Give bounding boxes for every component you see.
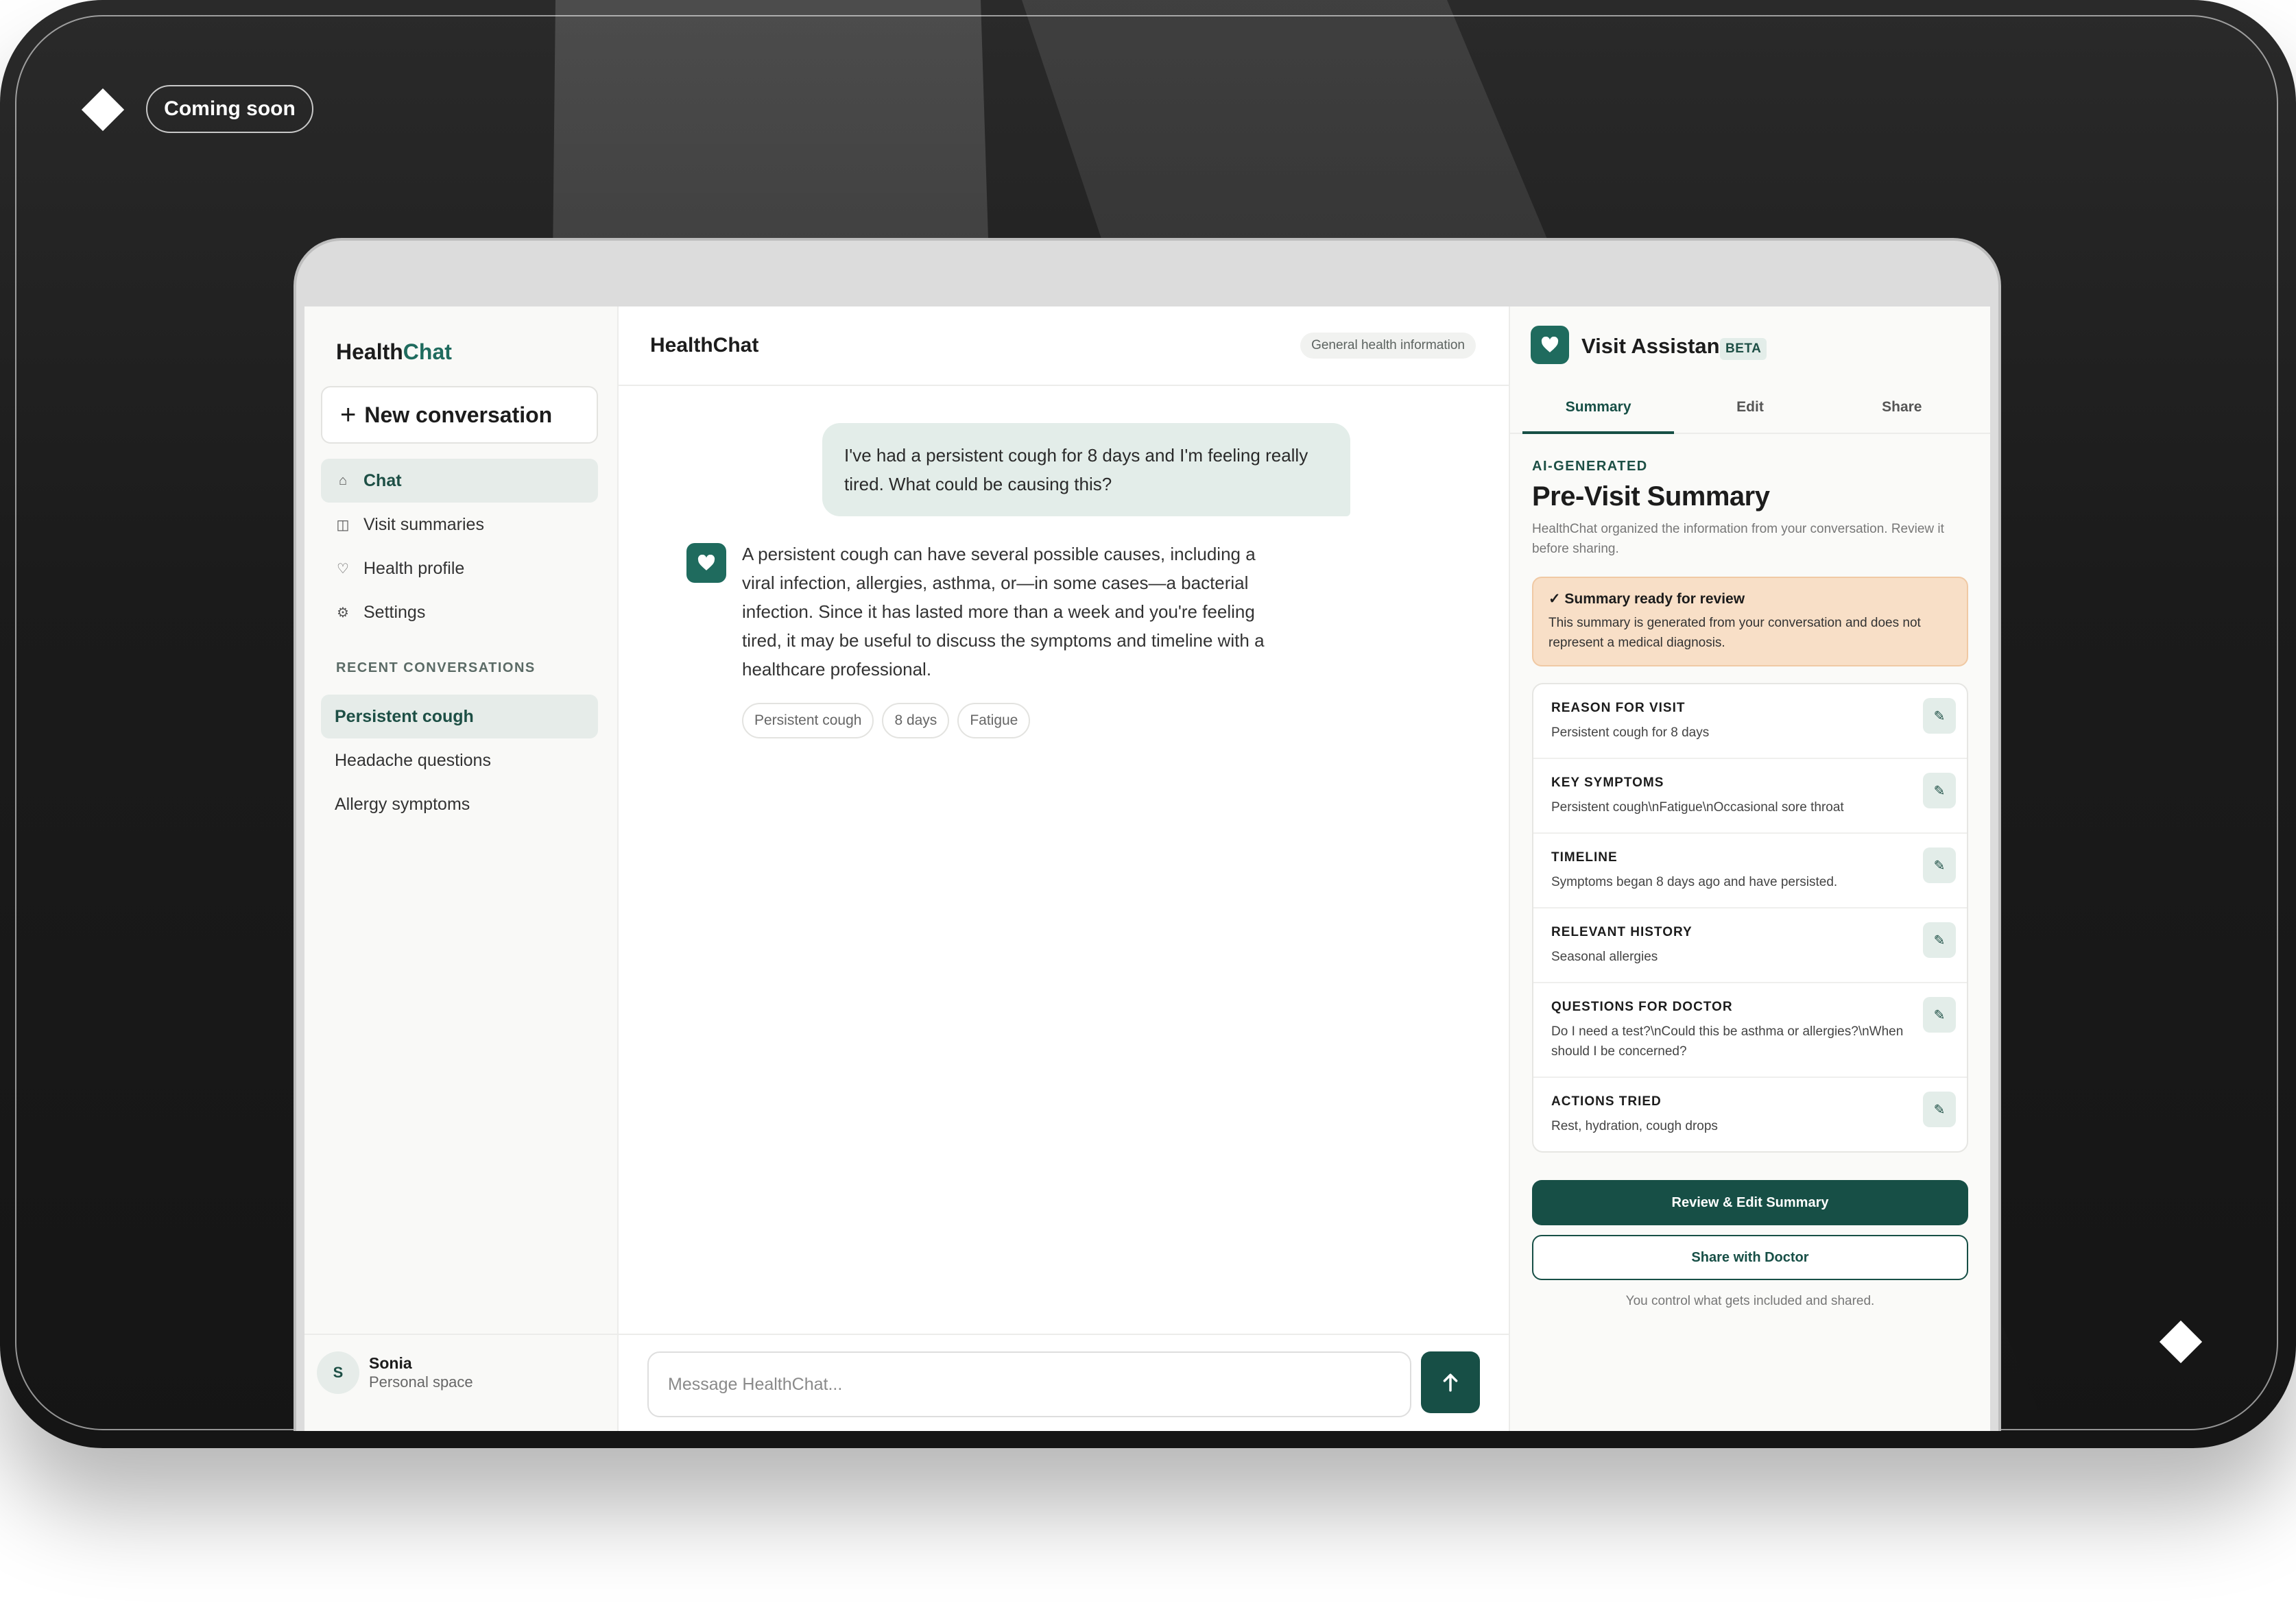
sidebar-item-visit-summaries[interactable]: ◫ Visit summaries <box>321 503 598 546</box>
home-icon: ⌂ <box>338 472 348 488</box>
user-message: I've had a persistent cough for 8 days a… <box>822 423 1350 516</box>
plus-icon: + <box>340 400 357 430</box>
panel-tabs: Summary Edit Share <box>1510 382 1990 434</box>
beta-badge: BETA <box>1720 338 1767 360</box>
composer <box>619 1334 1509 1431</box>
coming-soon-badge: Coming soon <box>146 85 313 133</box>
assistant-message: A persistent cough can have several poss… <box>742 544 1265 679</box>
sidebar-item-settings[interactable]: ⚙ Settings <box>321 590 598 634</box>
sidebar-item-label: Settings <box>363 602 426 622</box>
new-conversation-button[interactable]: + New conversation <box>321 386 598 444</box>
chat-title: HealthChat <box>650 334 759 357</box>
app-logo[interactable]: HealthChat <box>336 339 452 365</box>
tag-chip[interactable]: Persistent cough <box>742 703 874 738</box>
section-value: Persistent cough for 8 days <box>1551 725 1710 740</box>
arrow-up-icon <box>1443 1373 1458 1392</box>
section-title: KEY SYMPTOMS <box>1551 775 1664 790</box>
avatar: S <box>317 1351 359 1394</box>
chat-header: HealthChat General health information <box>619 306 1509 386</box>
share-with-doctor-button[interactable]: Share with Doctor <box>1532 1235 1968 1280</box>
section-key-symptoms: KEY SYMPTOMS Persistent cough\nFatigue\n… <box>1533 759 1967 834</box>
heart-icon <box>697 555 715 570</box>
section-actions-tried: ACTIONS TRIED Rest, hydration, cough dro… <box>1533 1078 1967 1151</box>
section-reason-for-visit: REASON FOR VISIT Persistent cough for 8 … <box>1533 684 1967 759</box>
section-title: RELEVANT HISTORY <box>1551 925 1693 939</box>
review-notice: ✓ Summary ready for review This summary … <box>1532 577 1968 666</box>
info-badge: General health information <box>1300 333 1476 359</box>
recent-item-allergy-symptoms[interactable]: Allergy symptoms <box>321 782 598 826</box>
diamond-logo-icon <box>81 88 125 132</box>
tag-chip[interactable]: Fatigue <box>957 703 1031 738</box>
sidebar: HealthChat + New conversation ⌂ Chat ◫ V… <box>304 306 619 1431</box>
panel-logo <box>1531 326 1569 364</box>
panel-header: Visit Assistant BETA <box>1510 306 1990 382</box>
recent-item-headache-questions[interactable]: Headache questions <box>321 738 598 782</box>
notice-title: ✓ Summary ready for review <box>1548 591 1745 607</box>
chat-area: HealthChat General health information I'… <box>619 306 1509 1431</box>
sidebar-item-chat[interactable]: ⌂ Chat <box>321 459 598 503</box>
section-value: Symptoms began 8 days ago and have persi… <box>1551 875 1838 889</box>
section-relevant-history: RELEVANT HISTORY Seasonal allergies ✎ <box>1533 909 1967 983</box>
privacy-footnote: You control what gets included and share… <box>1625 1294 1875 1308</box>
pencil-icon[interactable]: ✎ <box>1923 1092 1956 1127</box>
diamond-logo-icon <box>2159 1320 2203 1364</box>
section-value: Do I need a test?\nCould this be asthma … <box>1551 1024 1904 1059</box>
section-value: Seasonal allergies <box>1551 950 1658 964</box>
section-title: TIMELINE <box>1551 850 1618 865</box>
laptop-frame: HealthChat + New conversation ⌂ Chat ◫ V… <box>294 238 2001 1431</box>
sidebar-item-health-profile[interactable]: ♡ Health profile <box>321 546 598 590</box>
user-name: Sonia <box>369 1354 412 1372</box>
pencil-icon[interactable]: ✎ <box>1923 922 1956 958</box>
section-title: REASON FOR VISIT <box>1551 701 1686 715</box>
section-value: Persistent cough\nFatigue\nOccasional so… <box>1551 800 1844 815</box>
ai-generated-label: AI-GENERATED <box>1532 459 1648 474</box>
tab-edit[interactable]: Edit <box>1674 382 1826 433</box>
tag-chip[interactable]: 8 days <box>882 703 950 738</box>
pencil-icon[interactable]: ✎ <box>1923 698 1956 734</box>
recent-item-persistent-cough[interactable]: Persistent cough <box>321 695 598 738</box>
heart-icon <box>1541 337 1559 352</box>
heart-icon: ♡ <box>337 561 349 577</box>
send-button[interactable] <box>1421 1351 1480 1413</box>
app-window: HealthChat + New conversation ⌂ Chat ◫ V… <box>304 306 1990 1431</box>
section-title: ACTIONS TRIED <box>1551 1094 1662 1109</box>
symptom-tags: Persistent cough 8 days Fatigue <box>742 703 1031 738</box>
logo-accent-text: Chat <box>403 339 452 364</box>
section-title: QUESTIONS FOR DOCTOR <box>1551 1000 1733 1014</box>
assistant-avatar <box>686 543 726 583</box>
user-subtitle: Personal space <box>369 1373 473 1391</box>
section-questions-for-doctor: QUESTIONS FOR DOCTOR Do I need a test?\n… <box>1533 983 1967 1078</box>
pencil-icon[interactable]: ✎ <box>1923 997 1956 1033</box>
sidebar-item-label: Chat <box>363 470 402 490</box>
summary-sections: REASON FOR VISIT Persistent cough for 8 … <box>1532 683 1968 1153</box>
sidebar-item-label: Health profile <box>363 558 465 578</box>
sidebar-item-label: Visit summaries <box>363 514 484 534</box>
tab-summary[interactable]: Summary <box>1522 382 1675 434</box>
tab-share[interactable]: Share <box>1826 382 1978 433</box>
notice-text: This summary is generated from your conv… <box>1548 616 1921 650</box>
summary-heading: Pre-Visit Summary <box>1532 481 1770 512</box>
review-edit-summary-button[interactable]: Review & Edit Summary <box>1532 1180 1968 1225</box>
visit-assistant-panel: Visit Assistant BETA Summary Edit Share … <box>1509 306 1990 1431</box>
panel-title: Visit Assistant <box>1581 334 1727 358</box>
summary-content: AI-GENERATED Pre-Visit Summary HealthCha… <box>1532 433 1968 1309</box>
new-conversation-label: New conversation <box>364 402 553 427</box>
pencil-icon[interactable]: ✎ <box>1923 847 1956 883</box>
pencil-icon[interactable]: ✎ <box>1923 773 1956 808</box>
section-value: Rest, hydration, cough drops <box>1551 1119 1718 1133</box>
gear-icon: ⚙ <box>337 605 349 621</box>
recent-conversations-heading: RECENT CONVERSATIONS <box>336 660 536 675</box>
section-timeline: TIMELINE Symptoms began 8 days ago and h… <box>1533 834 1967 909</box>
logo-text: Health <box>336 339 403 364</box>
user-profile[interactable]: S Sonia Personal space <box>304 1334 617 1431</box>
summary-subtitle: HealthChat organized the information fro… <box>1532 522 1944 556</box>
document-icon: ◫ <box>336 517 350 533</box>
message-input[interactable] <box>647 1351 1411 1417</box>
promo-stage: Coming soon HealthChat + New conversatio… <box>0 0 2296 1448</box>
